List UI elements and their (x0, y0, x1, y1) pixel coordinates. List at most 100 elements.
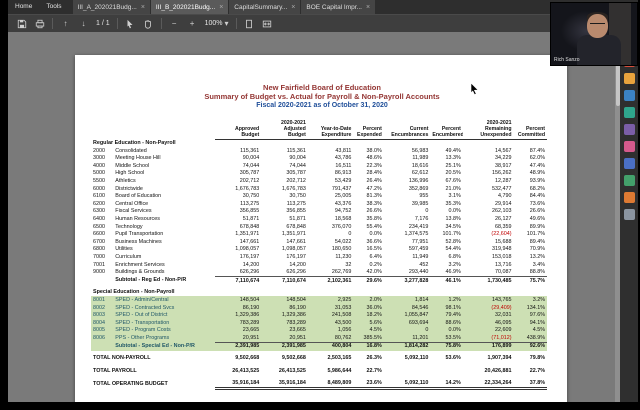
doc-tab-label: BOE Capital Impr... (306, 3, 362, 11)
account-row: 6200 Central Office 113,275 113,275 43,376 38… (93, 200, 545, 207)
doc-tab-label: CapitalSummary... (234, 3, 288, 11)
previous-page-icon[interactable]: ↑ (60, 18, 71, 29)
doc-tab[interactable]: CapitalSummary... × (229, 0, 301, 14)
panel-tool-icon[interactable] (623, 158, 635, 169)
zoom-level-value: 100% (204, 20, 223, 27)
participant-glasses (590, 23, 605, 28)
account-row: 8004 SPED - Transportation 783,289 783,289 4… (91, 319, 547, 327)
toolbar-separator (52, 18, 53, 29)
doc-fiscal-line: Fiscal 2020-2021 as of October 31, 2020 (256, 102, 388, 109)
toolbar-separator (160, 18, 162, 29)
account-row: 2000 Consolidated 115,361 115,361 43,811 38.0… (93, 147, 545, 154)
hand-tool-icon[interactable] (143, 18, 154, 29)
pdf-toolbar: ↑ ↓ 1 / 1 − + 100% ▾ ✎ (8, 14, 638, 33)
column-header: Percent Encumbered (430, 119, 463, 141)
account-row: 6600 Pupil Transportation 1,351,971 1,351,9… (93, 231, 545, 238)
account-row: 6400 Human Resources 51,871 51,871 18,568 35.… (93, 215, 545, 222)
account-row: 8002 SPED - Contracted Svcs 86,190 86,190 31… (91, 304, 547, 312)
spacer-row (91, 389, 547, 396)
account-row: 8001 SPED - Admin/Central 148,504 148,504 2,… (91, 296, 547, 304)
account-row: 6500 Technology 678,848 678,848 376,070 55.4%… (93, 223, 545, 230)
doc-subtitle: Summary of Budget vs. Actual for Payroll… (204, 92, 440, 101)
panel-tool-icon[interactable] (623, 73, 635, 84)
participant-body (577, 35, 621, 65)
acrobat-window: Home Tools III_A_202021Budg... × III_B_202… (8, 0, 638, 402)
panel-tool-icon[interactable] (623, 124, 635, 135)
table-header-row: Approved Budget 2020-2021 Adjusted Budget… (91, 119, 547, 141)
doc-title: New Fairfield Board of Education (263, 83, 381, 92)
account-row: 6000 Districtwide 1,676,783 1,676,783 791,43… (93, 185, 545, 192)
account-row: 8005 SPED - Program Costs 23,665 23,665 1,05… (91, 326, 547, 335)
mouse-cursor (470, 82, 479, 100)
doc-tab-label: III_B_202021Budg... (155, 3, 216, 11)
doc-tab[interactable]: III_B_202021Budg... × (150, 0, 229, 14)
column-header (91, 119, 215, 140)
account-row: 9000 Buildings & Grounds 626,296 626,296 262… (93, 269, 545, 276)
account-row: 6100 Board of Education 30,750 30,750 25,005… (93, 193, 545, 200)
account-row: 3000 Meeting House Hill 90,004 90,004 43,786… (93, 155, 545, 162)
account-row: 7000 Curriculum 176,197 176,197 11,230 6.4% 11… (93, 253, 545, 260)
chevron-down-icon: ▾ (224, 18, 229, 28)
subtotal-row: Subtotal - Special Ed - Non-P/R 2,391,985… (91, 341, 547, 351)
close-tab-icon[interactable]: × (366, 4, 370, 11)
zoom-in-icon[interactable]: + (187, 18, 198, 29)
single-page-view-icon[interactable] (244, 18, 255, 29)
panel-tool-icon[interactable] (623, 141, 635, 152)
panel-tool-icon[interactable] (623, 209, 635, 220)
account-row: 7001 Enrichment Services 14,200 14,200 32 0.2… (93, 261, 545, 268)
column-header: Year-to-Date Expenditure (307, 119, 354, 141)
panel-tool-icon[interactable] (623, 175, 635, 186)
section-header-row: Special Education - Non-Payroll (93, 289, 175, 296)
doc-tab[interactable]: BOE Capital Impr... × (301, 0, 376, 14)
document-viewport[interactable]: New Fairfield Board of Education Summary… (8, 32, 620, 402)
close-tab-icon[interactable]: × (291, 4, 295, 11)
column-header: Approved Budget (214, 119, 262, 141)
main-area: New Fairfield Board of Education Summary… (8, 32, 638, 402)
vertical-scrollbar[interactable] (615, 32, 620, 402)
zoom-out-icon[interactable]: − (169, 18, 180, 29)
panel-tool-icon[interactable] (623, 107, 635, 118)
doc-tabs: III_A_202021Budg... × III_B_202021Budg... ×… (72, 0, 377, 14)
fit-width-icon[interactable] (262, 18, 273, 29)
save-icon[interactable] (16, 18, 27, 29)
zoom-level-dropdown[interactable]: 100% ▾ (204, 18, 229, 28)
next-page-icon[interactable]: ↓ (78, 18, 89, 29)
print-icon[interactable] (34, 18, 45, 29)
column-header: Percent Committed (513, 119, 547, 141)
account-row: 5000 High School 305,787 305,787 86,913 28.4%… (93, 170, 545, 177)
column-header: Current Encumbrances (383, 119, 431, 141)
account-row: 8006 PPS - Other Programs 20,951 20,951 80,7… (91, 334, 547, 343)
page-indicator[interactable]: 1 / 1 (96, 20, 110, 27)
panel-tool-icon[interactable] (623, 192, 635, 203)
doc-tab[interactable]: III_A_202021Budg... × (72, 0, 150, 14)
doc-tab-label: III_A_202021Budg... (77, 3, 137, 11)
tools-panel (620, 32, 638, 402)
account-row: 6700 Business Machines 147,661 147,661 54,02… (93, 238, 545, 245)
table-body: Regular Education - Non-Payroll 2000 Conso… (91, 140, 547, 396)
pdf-page: New Fairfield Board of Education Summary… (75, 55, 567, 402)
column-header: 2020-2021 Remaining Unexpended (462, 119, 514, 141)
column-header: 2020-2021 Adjusted Budget (261, 119, 308, 141)
close-tab-icon[interactable]: × (219, 4, 223, 11)
total-row: TOTAL PAYROLL 26,413,525 26,413,525 5,986,6… (93, 367, 545, 374)
account-row: 4000 Middle School 74,044 74,044 16,511 22.3%… (93, 162, 545, 169)
toolbar-separator (116, 18, 118, 29)
account-row: 5500 Athletics 202,712 202,712 53,429 26.4% 13… (93, 178, 545, 184)
close-tab-icon[interactable]: × (141, 4, 145, 11)
menu-home[interactable]: Home (8, 0, 39, 14)
account-row: 6300 Fiscal Services 356,855 356,855 94,752 2… (93, 208, 545, 215)
total-row: TOTAL OPERATING BUDGET 35,916,184 35,916,1… (93, 379, 547, 391)
toolbar-separator (235, 18, 237, 29)
participant-name-label: Rich Sanzo (554, 57, 580, 63)
column-header: Percent Expended (353, 119, 384, 141)
menu-tools[interactable]: Tools (39, 0, 68, 14)
budget-table: Approved Budget 2020-2021 Adjusted Budget… (91, 119, 547, 395)
account-row: 8003 SPED - Out of District 1,329,386 1,329… (91, 311, 547, 320)
webcam-overlay[interactable]: Rich Sanzo (550, 2, 638, 66)
subtotal-row: Subtotal - Reg Ed - Non-P/R 7,110,674 7,11… (115, 276, 547, 285)
tab-bar: Home Tools III_A_202021Budg... × III_B_202… (8, 0, 638, 14)
select-tool-icon[interactable] (125, 18, 136, 29)
section-header-row: Regular Education - Non-Payroll (93, 140, 176, 147)
panel-tool-icon[interactable] (623, 90, 635, 101)
account-row: 6800 Utilities 1,098,057 1,098,057 180,650 16… (93, 246, 545, 253)
